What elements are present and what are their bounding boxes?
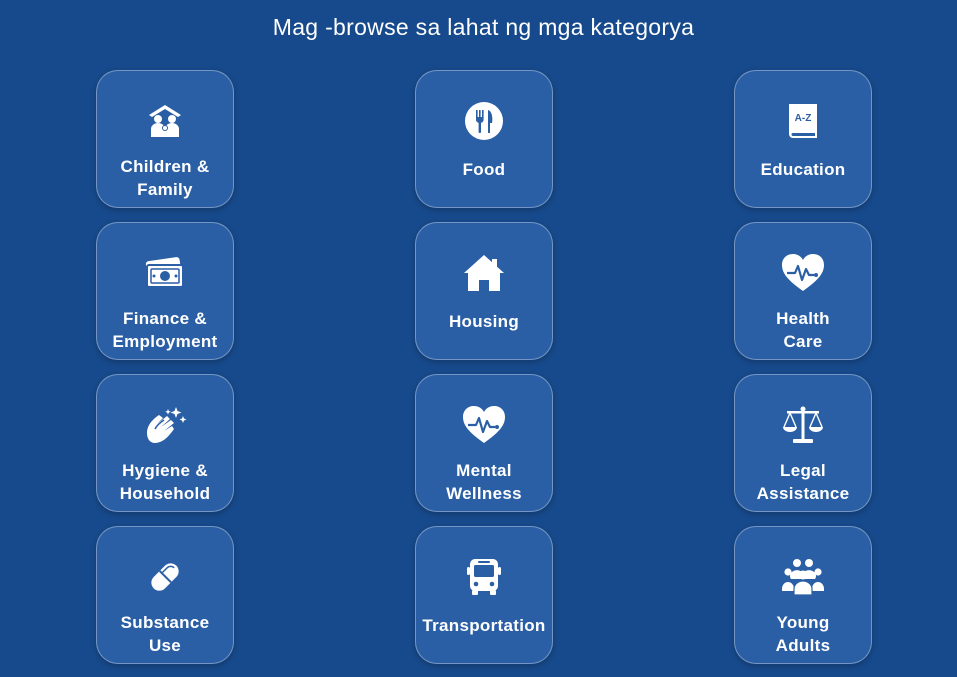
category-grid: Children & Family Food A-Z Education Fin…	[96, 70, 872, 664]
category-label: Housing	[448, 312, 520, 331]
category-label: Young Adults	[775, 613, 831, 655]
category-transportation[interactable]: Transportation	[415, 526, 553, 664]
category-education[interactable]: A-Z Education	[734, 70, 872, 208]
heart-pulse-icon	[781, 253, 825, 293]
hygiene-hands-icon	[143, 405, 187, 445]
category-label: Transportation	[422, 616, 546, 635]
scales-icon	[781, 405, 825, 445]
heart-pulse-icon	[462, 405, 506, 445]
category-label: Health Care	[776, 309, 830, 351]
category-health-care[interactable]: Health Care	[734, 222, 872, 360]
category-finance-employment[interactable]: Finance & Employment	[96, 222, 234, 360]
category-label: Hygiene & Household	[119, 461, 211, 503]
education-icon-text: A-Z	[795, 113, 812, 124]
category-hygiene-household[interactable]: Hygiene & Household	[96, 374, 234, 512]
category-food[interactable]: Food	[415, 70, 553, 208]
category-housing[interactable]: Housing	[415, 222, 553, 360]
money-icon	[143, 253, 187, 293]
category-label: Legal Assistance	[756, 461, 850, 503]
education-icon: A-Z	[781, 101, 825, 141]
category-children-family[interactable]: Children & Family	[96, 70, 234, 208]
house-icon	[462, 253, 506, 293]
capsule-icon	[143, 557, 187, 597]
category-mental-wellness[interactable]: Mental Wellness	[415, 374, 553, 512]
children-family-icon	[143, 101, 187, 141]
bus-icon	[462, 557, 506, 597]
category-label: Finance & Employment	[112, 309, 218, 351]
category-young-adults[interactable]: Young Adults	[734, 526, 872, 664]
group-people-icon	[781, 557, 825, 597]
category-label: Education	[760, 160, 846, 179]
category-label: Mental Wellness	[446, 461, 522, 503]
page-title: Mag -browse sa lahat ng mga kategorya	[272, 14, 695, 40]
category-label: Children & Family	[120, 157, 210, 199]
category-legal-assistance[interactable]: Legal Assistance	[734, 374, 872, 512]
category-label: Food	[462, 160, 506, 179]
category-label: Substance Use	[120, 613, 210, 655]
food-icon	[462, 101, 506, 141]
category-substance-use[interactable]: Substance Use	[96, 526, 234, 664]
